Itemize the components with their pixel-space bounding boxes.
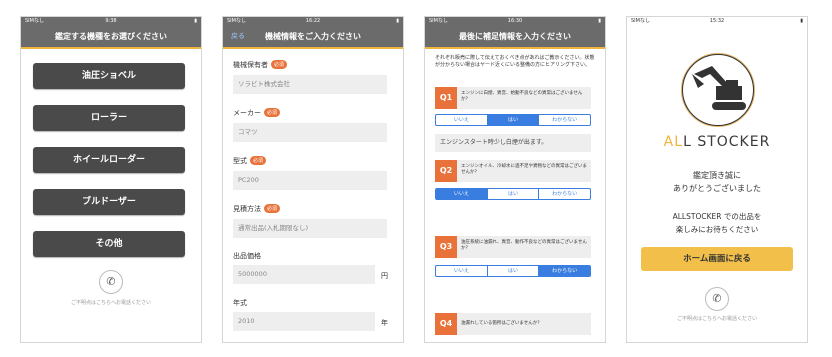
contact-text: ご不明点はこちらへお電話ください bbox=[676, 316, 757, 322]
nav-bar: 最後に補足情報を入力ください bbox=[425, 26, 605, 49]
question-number: Q1 bbox=[435, 87, 457, 109]
machine-button-roller[interactable]: ローラー bbox=[33, 105, 185, 131]
page-title: 機械情報をご入力ください bbox=[265, 32, 361, 41]
status-bar: SIMなし 9:38 ▮ bbox=[21, 17, 201, 26]
maker-select[interactable]: コマツ bbox=[233, 123, 387, 142]
required-badge: 必須 bbox=[264, 204, 281, 213]
field-label-year: 年式 bbox=[233, 299, 247, 307]
option-no[interactable]: いいえ bbox=[436, 115, 488, 125]
required-badge: 必須 bbox=[264, 108, 281, 117]
clock: 9:38 bbox=[105, 18, 117, 24]
screen-machine-info: SIMなし 16:22 ▮ 戻る 機械情報をご入力ください 機械保有者 必須 ソラ… bbox=[222, 16, 404, 343]
field-label-maker: メーカー 必須 bbox=[233, 108, 281, 118]
machine-button-other[interactable]: その他 bbox=[33, 231, 185, 257]
estimate-method-select[interactable]: 通常出品(入札期限なし) bbox=[233, 219, 387, 238]
field-label-estimate-method: 見積方法 必須 bbox=[233, 204, 281, 214]
phone-icon[interactable]: ✆ bbox=[99, 270, 123, 294]
option-yes[interactable]: はい bbox=[488, 189, 540, 199]
field-label-model: 型式 必須 bbox=[233, 156, 267, 166]
status-bar: SIMなし 16:22 ▮ bbox=[223, 17, 403, 26]
answer-segmented-q1: いいえ はい わからない bbox=[435, 114, 591, 126]
back-button[interactable]: 戻る bbox=[231, 26, 245, 47]
question-text: 油漏れしている箇所はございませんか？ bbox=[461, 321, 542, 326]
option-yes[interactable]: はい bbox=[488, 266, 540, 276]
field-label-price: 出品価格 bbox=[233, 252, 261, 260]
battery-icon: ▮ bbox=[800, 18, 803, 24]
machine-button-excavator[interactable]: 油圧ショベル bbox=[33, 63, 185, 89]
phone-icon[interactable]: ✆ bbox=[705, 287, 729, 311]
battery-icon: ▮ bbox=[194, 18, 197, 24]
nav-bar: 鑑定する機種をお選びください bbox=[21, 26, 201, 49]
option-unknown[interactable]: わからない bbox=[539, 115, 590, 125]
listing-message: ALLSTOCKER での出品を 楽しみにお待ちください bbox=[672, 212, 762, 234]
answer-segmented-q2: いいえ はい わからない bbox=[435, 188, 591, 200]
excavator-logo-icon bbox=[681, 53, 755, 127]
year-unit: 年 bbox=[381, 319, 388, 327]
option-unknown[interactable]: わからない bbox=[539, 189, 590, 199]
machine-button-wheel-loader[interactable]: ホイールローダー bbox=[33, 147, 185, 173]
clock: 16:22 bbox=[305, 18, 321, 24]
question-text: エンジンオイル、冷却水に過不足や異物などの異常はございませんか？ bbox=[461, 164, 587, 175]
question-box-q3: Q3 油圧系統に油漏れ、異音、動作不良などの異常はございませんか？ bbox=[435, 236, 591, 258]
answer-input-q1[interactable]: エンジンスタート時少し白煙が出ます。 bbox=[435, 134, 591, 152]
home-button[interactable]: ホーム画面に戻る bbox=[641, 247, 793, 271]
page-title: 鑑定する機種をお選びください bbox=[55, 32, 167, 41]
machine-button-bulldozer[interactable]: ブルドーザー bbox=[33, 189, 185, 215]
field-label-owner: 機械保有者 必須 bbox=[233, 60, 288, 70]
nav-bar: 戻る 機械情報をご入力ください bbox=[223, 26, 403, 49]
year-input[interactable]: 2010 bbox=[233, 312, 375, 331]
option-unknown[interactable]: わからない bbox=[539, 266, 590, 276]
question-number: Q4 bbox=[435, 313, 457, 335]
answer-segmented-q3: いいえ はい わからない bbox=[435, 265, 591, 277]
clock: 15:32 bbox=[709, 18, 725, 24]
status-bar: SIMなし 16:30 ▮ bbox=[425, 17, 605, 26]
clock: 16:30 bbox=[507, 18, 523, 24]
thanks-message: 鑑定頂き誠に ありがとうございました bbox=[673, 171, 761, 193]
option-no[interactable]: いいえ bbox=[436, 189, 488, 199]
battery-icon: ▮ bbox=[598, 18, 601, 24]
question-text: 油圧系統に油漏れ、異音、動作不良などの異常はございませんか？ bbox=[461, 240, 587, 251]
option-no[interactable]: いいえ bbox=[436, 266, 488, 276]
question-number: Q3 bbox=[435, 236, 457, 258]
screen-supplement: SIMなし 16:30 ▮ 最後に補足情報を入力ください それぞれ販売に際して伝… bbox=[424, 16, 606, 343]
option-yes[interactable]: はい bbox=[487, 115, 540, 125]
price-input[interactable]: 5000000 bbox=[233, 265, 375, 284]
screen-machine-select: SIMなし 9:38 ▮ 鑑定する機種をお選びください 油圧ショベル ローラー … bbox=[20, 16, 202, 343]
question-box-q1: Q1 エンジンに白煙、異音、始動不良などの異常はございませんか？ bbox=[435, 87, 591, 109]
brand-logo-text: ALL STOCKER bbox=[663, 134, 771, 150]
question-text: エンジンに白煙、異音、始動不良などの異常はございませんか？ bbox=[461, 91, 583, 102]
screen-complete: SIMなし 15:32 ▮ ALL STOCKER 鑑定頂き誠に ありがとうござ… bbox=[626, 16, 808, 343]
contact-text: ご不明点はこちらへお電話ください bbox=[70, 300, 151, 306]
status-bar: SIMなし 15:32 ▮ bbox=[627, 17, 807, 26]
price-unit: 円 bbox=[381, 272, 388, 280]
owner-input[interactable]: ソラビト株式会社 bbox=[233, 75, 387, 94]
question-box-q4: Q4 油漏れしている箇所はございませんか？ bbox=[435, 313, 591, 335]
question-box-q2: Q2 エンジンオイル、冷却水に過不足や異物などの異常はございませんか？ bbox=[435, 160, 591, 182]
intro-text: それぞれ販売に際して伝えておくべき点があればご教示ください。状態が分からない場合… bbox=[435, 55, 595, 68]
battery-icon: ▮ bbox=[396, 18, 399, 24]
required-badge: 必須 bbox=[271, 60, 288, 69]
model-input[interactable]: PC200 bbox=[233, 171, 387, 190]
question-number: Q2 bbox=[435, 160, 457, 182]
page-title: 最後に補足情報を入力ください bbox=[459, 32, 571, 41]
required-badge: 必須 bbox=[250, 156, 267, 165]
